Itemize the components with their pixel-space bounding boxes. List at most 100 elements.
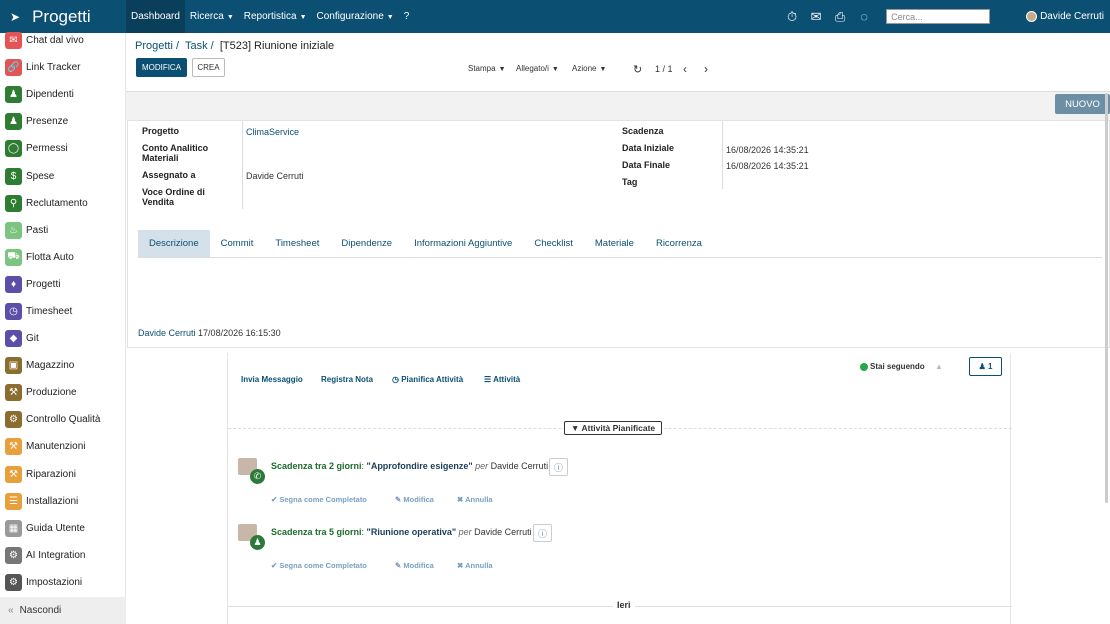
sidebar-item-guida-utente[interactable]: ▦ Guida Utente: [0, 515, 126, 542]
sidebar-item-controllo-qualit-[interactable]: ⚙ Controllo Qualità: [0, 406, 126, 433]
print-icon[interactable]: ⎙: [830, 9, 850, 25]
edit-activity-button[interactable]: ✎ Modifica: [395, 561, 434, 570]
description-footer: Davide Cerruti 17/08/2026 16:15:30: [138, 328, 281, 338]
sidebar-item-impostazioni[interactable]: ⚙ Impostazioni: [0, 569, 126, 596]
timer-icon[interactable]: ⏱: [782, 9, 802, 25]
sidebar-item-link-tracker[interactable]: 🔗 Link Tracker: [0, 54, 126, 81]
sidebar-item-manutenzioni[interactable]: ⚒ Manutenzioni: [0, 433, 126, 460]
status-bar: [126, 91, 1110, 120]
menu-reportistica[interactable]: Reportistica ▼: [239, 0, 312, 33]
main-menu: Dashboard Ricerca ▼ Reportistica ▼ Configu…: [126, 0, 414, 33]
sidebar-item-label: Riparazioni: [26, 468, 77, 480]
tab-commit[interactable]: Commit: [210, 230, 265, 257]
tab-dipendenze[interactable]: Dipendenze: [330, 230, 403, 257]
sidebar-item-pasti[interactable]: ♨ Pasti: [0, 217, 126, 244]
sidebar-item-permessi[interactable]: ◯ Permessi: [0, 135, 126, 162]
tab-descrizione[interactable]: Descrizione: [138, 230, 210, 257]
description-author[interactable]: Davide Cerruti: [138, 328, 196, 338]
search-input[interactable]: Cerca...: [886, 9, 991, 24]
box-icon: ▣: [5, 357, 22, 375]
user-menu[interactable]: Davide Cerruti: [1026, 11, 1104, 22]
sidebar-item-spese[interactable]: $ Spese: [0, 162, 126, 189]
sidebar-item-presenze[interactable]: ♟ Presenze: [0, 108, 126, 135]
print-dropdown[interactable]: Stampa ▼: [468, 64, 506, 73]
cancel-activity-button[interactable]: ✖ Annulla: [457, 561, 493, 570]
gear-icon: ⚙: [5, 573, 22, 591]
chat-icon[interactable]: ✉: [806, 9, 826, 25]
edit-button[interactable]: MODIFICA: [136, 58, 187, 77]
following-status[interactable]: Stai seguendo: [860, 362, 925, 371]
sidebar-item-riparazioni[interactable]: ⚒ Riparazioni: [0, 461, 126, 488]
caret-down-icon: ▼: [226, 14, 234, 21]
bell-icon[interactable]: ▲: [935, 362, 943, 371]
sidebar-item-timesheet[interactable]: ◷ Timesheet: [0, 298, 126, 325]
dollar-icon: $: [5, 167, 22, 185]
sidebar-item-ai-integration[interactable]: ⚙ AI Integration: [0, 542, 126, 569]
assigned-value[interactable]: Davide Cerruti: [246, 171, 304, 181]
tab-timesheet[interactable]: Timesheet: [264, 230, 330, 257]
sidebar-item-label: Dipendenti: [26, 89, 74, 101]
tab-materiale[interactable]: Materiale: [584, 230, 645, 257]
info-icon[interactable]: ⓘ: [533, 524, 552, 542]
action-dropdown[interactable]: Azione ▼: [572, 64, 606, 73]
activities-button[interactable]: ☰ Attività: [484, 375, 520, 384]
sidebar-item-magazzino[interactable]: ▣ Magazzino: [0, 352, 126, 379]
puzzle-icon: ♦: [5, 275, 22, 293]
create-button[interactable]: CREA: [192, 58, 225, 77]
menu-configurazione[interactable]: Configurazione ▼: [312, 0, 399, 33]
date-separator: Ieri: [613, 600, 635, 610]
menu-help[interactable]: ?: [399, 0, 415, 33]
scrollbar[interactable]: [1105, 93, 1108, 503]
attach-dropdown[interactable]: Allegato/i ▼: [516, 64, 559, 73]
refresh-icon[interactable]: ↻: [633, 63, 642, 76]
menu-ricerca[interactable]: Ricerca ▼: [185, 0, 239, 33]
user-icon: ♟: [978, 362, 988, 371]
mark-done-button[interactable]: ✔ Segna come Completato: [271, 561, 367, 570]
top-navbar: ➤ Progetti Dashboard Ricerca ▼ Reportisti…: [0, 0, 1110, 33]
breadcrumb-projects[interactable]: Progetti: [135, 40, 173, 52]
followers-button[interactable]: ♟ 1: [969, 357, 1002, 376]
guide-icon: ▦: [5, 519, 22, 537]
chevron-left-icon[interactable]: ‹: [683, 62, 687, 76]
edit-activity-button[interactable]: ✎ Modifica: [395, 495, 434, 504]
sidebar-item-dipendenti[interactable]: ♟ Dipendenti: [0, 81, 126, 108]
end-date-value[interactable]: 16/08/2026 14:35:21: [726, 161, 809, 171]
tab-informazioni-aggiuntive[interactable]: Informazioni Aggiuntive: [403, 230, 523, 257]
activity-item: ♟ Scadenza tra 5 giorni: "Riunione opera…: [238, 524, 938, 570]
caret-down-icon: ▼: [571, 423, 582, 433]
cancel-activity-button[interactable]: ✖ Annulla: [457, 495, 493, 504]
user-name: Davide Cerruti: [1040, 11, 1104, 22]
sidebar-item-reclutamento[interactable]: ⚲ Reclutamento: [0, 190, 126, 217]
send-message-button[interactable]: Invia Messaggio: [241, 375, 303, 384]
link-icon: 🔗: [5, 59, 22, 77]
sidebar-item-label: Flotta Auto: [26, 251, 74, 263]
chevron-right-icon[interactable]: ›: [704, 62, 708, 76]
sidebar-item-chat-dal-vivo[interactable]: ✉ Chat dal vivo: [0, 27, 126, 54]
start-date-label: Data Iniziale: [622, 143, 675, 153]
log-note-button[interactable]: Registra Nota: [321, 375, 373, 384]
new-button[interactable]: NUOVO: [1055, 94, 1110, 114]
tab-checklist[interactable]: Checklist: [523, 230, 584, 257]
caret-down-icon: ▼: [386, 14, 394, 21]
cutlery-icon: ♨: [5, 221, 22, 239]
tab-ricorrenza[interactable]: Ricorrenza: [645, 230, 713, 257]
spinner-icon: ◌: [860, 9, 868, 24]
clock-icon: ◷: [392, 375, 402, 384]
start-date-value[interactable]: 16/08/2026 14:35:21: [726, 145, 809, 155]
project-value[interactable]: ClimaService: [246, 127, 299, 137]
app-title: Progetti: [32, 6, 91, 26]
sidebar-hide-button[interactable]: « Nascondi: [0, 597, 126, 624]
menu-dashboard[interactable]: Dashboard: [126, 0, 185, 33]
phone-icon: ✆: [250, 469, 265, 484]
sidebar-item-produzione[interactable]: ⚒ Produzione: [0, 379, 126, 406]
form-sheet: Progetto ClimaService Conto Analitico Ma…: [127, 120, 1110, 348]
sidebar-item-installazioni[interactable]: ☰ Installazioni: [0, 488, 126, 515]
breadcrumb-task[interactable]: Task: [185, 40, 208, 52]
mark-done-button[interactable]: ✔ Segna come Completato: [271, 495, 367, 504]
schedule-activity-button[interactable]: ◷ Pianifica Attività: [392, 375, 463, 384]
planned-activities-toggle[interactable]: ▼ Attività Pianificate: [564, 421, 663, 435]
sidebar-item-git[interactable]: ◆ Git: [0, 325, 126, 352]
info-icon[interactable]: ⓘ: [549, 458, 568, 476]
sidebar-item-flotta-auto[interactable]: ⛟ Flotta Auto: [0, 244, 126, 271]
sidebar-item-progetti[interactable]: ♦ Progetti: [0, 271, 126, 298]
